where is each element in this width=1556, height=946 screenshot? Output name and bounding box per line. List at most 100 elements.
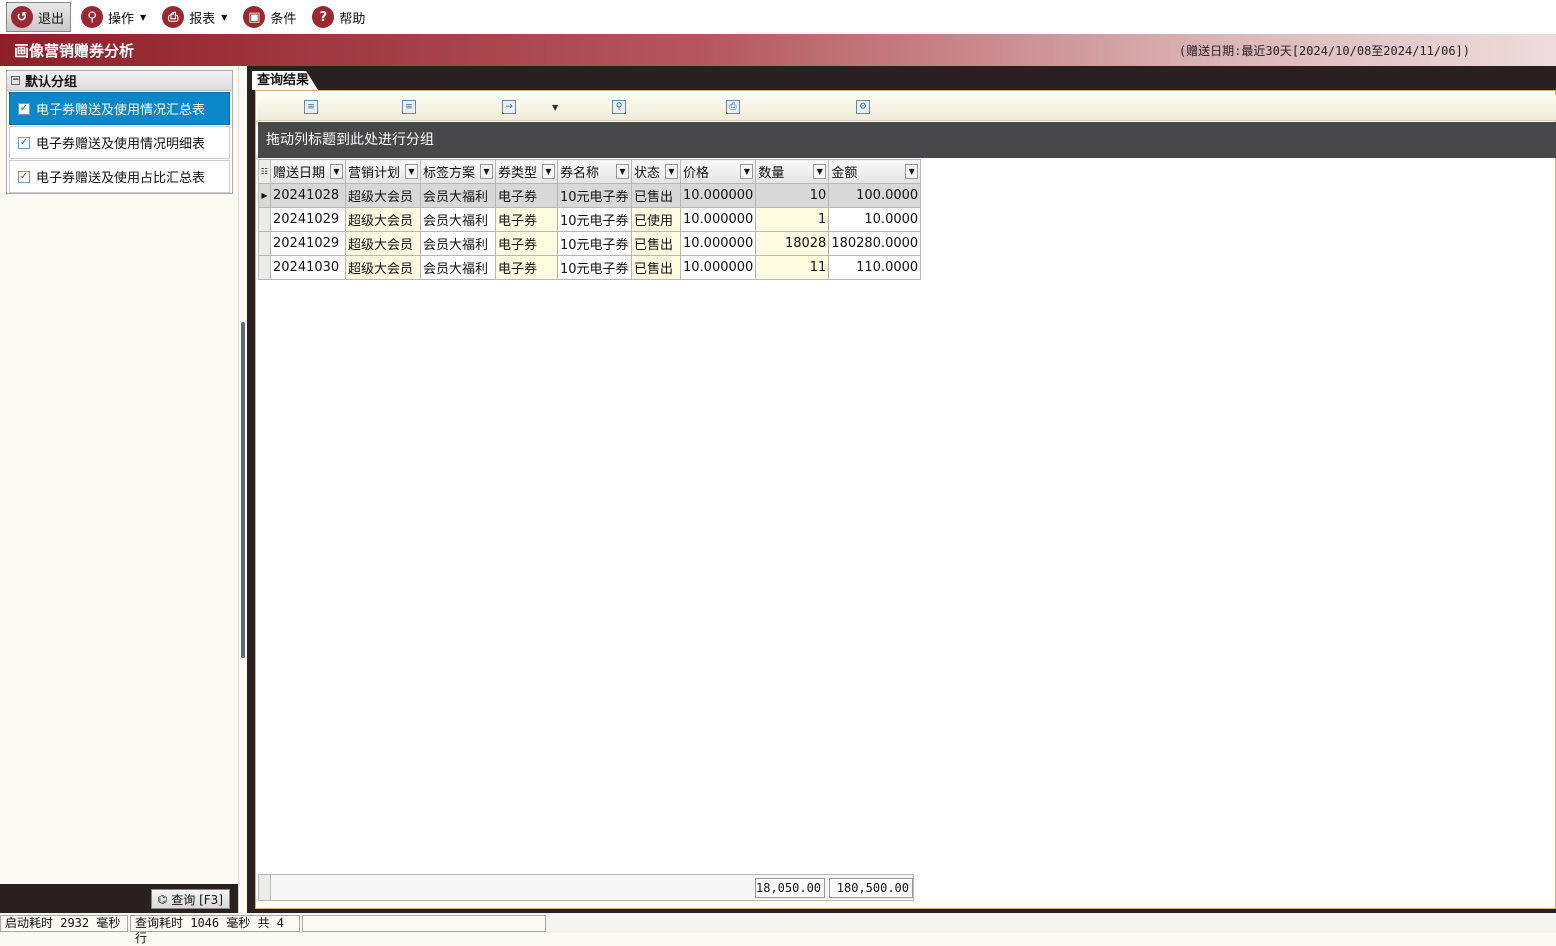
window-title-bar: 画像营销赠券分析 (赠送日期:最近30天[2024/10/08至2024/11/… (0, 34, 1556, 66)
column-header-status[interactable]: 状态 ▼ (631, 159, 681, 184)
column-header-amount[interactable]: 金额 ▼ (828, 159, 922, 184)
report-item-summary[interactable]: ✓ 电子券赠送及使用情况汇总表 (9, 92, 230, 125)
cell-amount[interactable]: 10.0000 (828, 207, 922, 232)
column-header-name[interactable]: 券名称 ▼ (557, 159, 632, 184)
condition-label: 条件 (270, 11, 297, 27)
filter-dropdown-icon[interactable]: ▼ (405, 164, 418, 179)
cell-qty[interactable]: 10 (755, 183, 830, 208)
query-time-status: 查询耗时 1046 毫秒 共 4 行 (130, 914, 300, 945)
filter-dropdown-icon[interactable]: ▼ (542, 164, 555, 179)
cell-qty[interactable]: 11 (755, 255, 830, 280)
group-by-drop-zone[interactable]: 拖动列标题到此处进行分组 (258, 122, 1556, 158)
table-row[interactable]: 20241029 超级大会员 会员大福利 电子券 10元电子券 已售出 10.0… (258, 231, 922, 256)
column-header-tag[interactable]: 标签方案 ▼ (420, 159, 496, 184)
cell-price[interactable]: 10.000000 (679, 231, 757, 256)
cell-type[interactable]: 电子券 (495, 255, 558, 280)
cell-date[interactable]: 20241030 (270, 255, 346, 280)
column-header-date[interactable]: 赠送日期 ▼ (270, 159, 346, 184)
cell-tag[interactable]: 会员大福利 (420, 255, 496, 280)
row-indicator-icon: ▶ (258, 183, 271, 208)
cell-amount[interactable]: 100.0000 (828, 183, 922, 208)
cell-type[interactable]: 电子券 (495, 231, 558, 256)
checkbox-checked-icon[interactable]: ✓ (18, 102, 30, 115)
cell-price[interactable]: 10.000000 (679, 183, 757, 208)
caret-down-icon[interactable]: ▼ (552, 103, 558, 112)
cell-date[interactable]: 20241029 (270, 231, 346, 256)
table-row[interactable]: 20241030 超级大会员 会员大福利 电子券 10元电子券 已售出 10.0… (258, 255, 922, 280)
print-icon[interactable]: ⎙ (726, 100, 740, 114)
query-button[interactable]: ⌬ 查询 [F3] (150, 889, 230, 909)
right-panel: 查询结果 ≡ ≡ → ▼ ⚲ ⎙ ⚙ 拖动列标题到此处进行分组 ☷ 赠送日期 ▼ … (247, 66, 1556, 913)
cell-status[interactable]: 已售出 (631, 183, 681, 208)
cell-price[interactable]: 10.000000 (679, 255, 757, 280)
panel-splitter[interactable] (238, 66, 247, 913)
settings-icon[interactable]: ⚙ (856, 100, 870, 114)
table-row[interactable]: 20241029 超级大会员 会员大福利 电子券 10元电子券 已使用 10.0… (258, 207, 922, 232)
collapse-rows-icon[interactable]: ≡ (402, 100, 416, 114)
query-button-label: 查询 [F3] (171, 892, 223, 907)
column-header-qty[interactable]: 数量 ▼ (755, 159, 830, 184)
filter-dropdown-icon[interactable]: ▼ (665, 164, 678, 179)
report-label: 报表 (189, 11, 216, 27)
back-arrow-icon: ↺ (11, 6, 33, 28)
filter-dropdown-icon[interactable]: ▼ (905, 164, 919, 179)
help-button[interactable]: ? 帮助 (308, 2, 371, 32)
condition-button[interactable]: ▣ 条件 (239, 2, 302, 32)
collapse-icon[interactable]: − (11, 76, 20, 85)
qty-total: 18,050.00 (755, 878, 825, 898)
report-item-label: 电子券赠送及使用情况汇总表 (36, 103, 206, 118)
cell-name[interactable]: 10元电子券 (557, 207, 632, 232)
table-row[interactable]: ▶ 20241028 超级大会员 会员大福利 电子券 10元电子券 已售出 10… (258, 183, 922, 208)
cell-date[interactable]: 20241028 (270, 183, 346, 208)
cell-status[interactable]: 已使用 (631, 207, 681, 232)
cell-amount[interactable]: 110.0000 (828, 255, 922, 280)
find-icon[interactable]: ⚲ (612, 100, 626, 114)
cell-amount[interactable]: 180280.0000 (828, 231, 922, 256)
cell-type[interactable]: 电子券 (495, 207, 558, 232)
cell-name[interactable]: 10元电子券 (557, 183, 632, 208)
report-item-ratio[interactable]: ✓ 电子券赠送及使用占比汇总表 (9, 160, 230, 193)
cell-date[interactable]: 20241029 (270, 207, 346, 232)
cell-type[interactable]: 电子券 (495, 183, 558, 208)
report-menu-button[interactable]: ⎙ 报表 ▼ (158, 2, 233, 32)
row-indicator (258, 207, 271, 232)
cell-status[interactable]: 已售出 (631, 255, 681, 280)
column-header-price[interactable]: 价格 ▼ (679, 159, 757, 184)
cell-plan[interactable]: 超级大会员 (345, 207, 421, 232)
main-toolbar: ↺ 退出 ⚲ 操作 ▼ ⎙ 报表 ▼ ▣ 条件 ? 帮助 (0, 0, 1556, 34)
cell-name[interactable]: 10元电子券 (557, 231, 632, 256)
group-header[interactable]: − 默认分组 (7, 71, 232, 91)
cell-price[interactable]: 10.000000 (679, 207, 757, 232)
checkbox-checked-icon[interactable]: ✓ (18, 136, 30, 149)
expand-icon[interactable]: ≡ (304, 100, 318, 114)
cell-tag[interactable]: 会员大福利 (420, 207, 496, 232)
cell-name[interactable]: 10元电子券 (557, 255, 632, 280)
grid-toolbar: ≡ ≡ → ▼ ⚲ ⎙ ⚙ (258, 95, 1556, 121)
filter-dropdown-icon[interactable]: ▼ (330, 164, 343, 179)
filter-dropdown-icon[interactable]: ▼ (616, 164, 629, 179)
status-extra-field (302, 914, 546, 932)
cell-tag[interactable]: 会员大福利 (420, 231, 496, 256)
tab-query-result[interactable]: 查询结果 (252, 71, 318, 90)
cell-plan[interactable]: 超级大会员 (345, 255, 421, 280)
filter-dropdown-icon[interactable]: ▼ (740, 164, 754, 179)
cell-status[interactable]: 已售出 (631, 231, 681, 256)
export-icon[interactable]: → (502, 100, 516, 114)
cell-plan[interactable]: 超级大会员 (345, 183, 421, 208)
cell-qty[interactable]: 18028 (755, 231, 830, 256)
filter-dropdown-icon[interactable]: ▼ (813, 164, 827, 179)
date-range-label: (赠送日期:最近30天[2024/10/08至2024/11/06]) (1178, 43, 1470, 58)
cell-qty[interactable]: 1 (755, 207, 830, 232)
operate-menu-button[interactable]: ⚲ 操作 ▼ (77, 2, 152, 32)
report-item-detail[interactable]: ✓ 电子券赠送及使用情况明细表 (9, 126, 230, 159)
column-header-plan[interactable]: 营销计划 ▼ (345, 159, 421, 184)
column-chooser-icon[interactable]: ☷ (258, 159, 271, 184)
column-header-type[interactable]: 券类型 ▼ (495, 159, 558, 184)
exit-button[interactable]: ↺ 退出 (6, 2, 72, 32)
filter-dropdown-icon[interactable]: ▼ (480, 164, 493, 179)
cell-plan[interactable]: 超级大会员 (345, 231, 421, 256)
checkbox-checked-icon[interactable]: ✓ (18, 170, 30, 183)
splitter-handle[interactable] (241, 322, 245, 658)
grid-header-row: ☷ 赠送日期 ▼ 营销计划 ▼ 标签方案 ▼ 券类型 ▼ 券名称 ▼ 状态 ▼ 价格 ▼ 数量… (258, 159, 922, 184)
cell-tag[interactable]: 会员大福利 (420, 183, 496, 208)
